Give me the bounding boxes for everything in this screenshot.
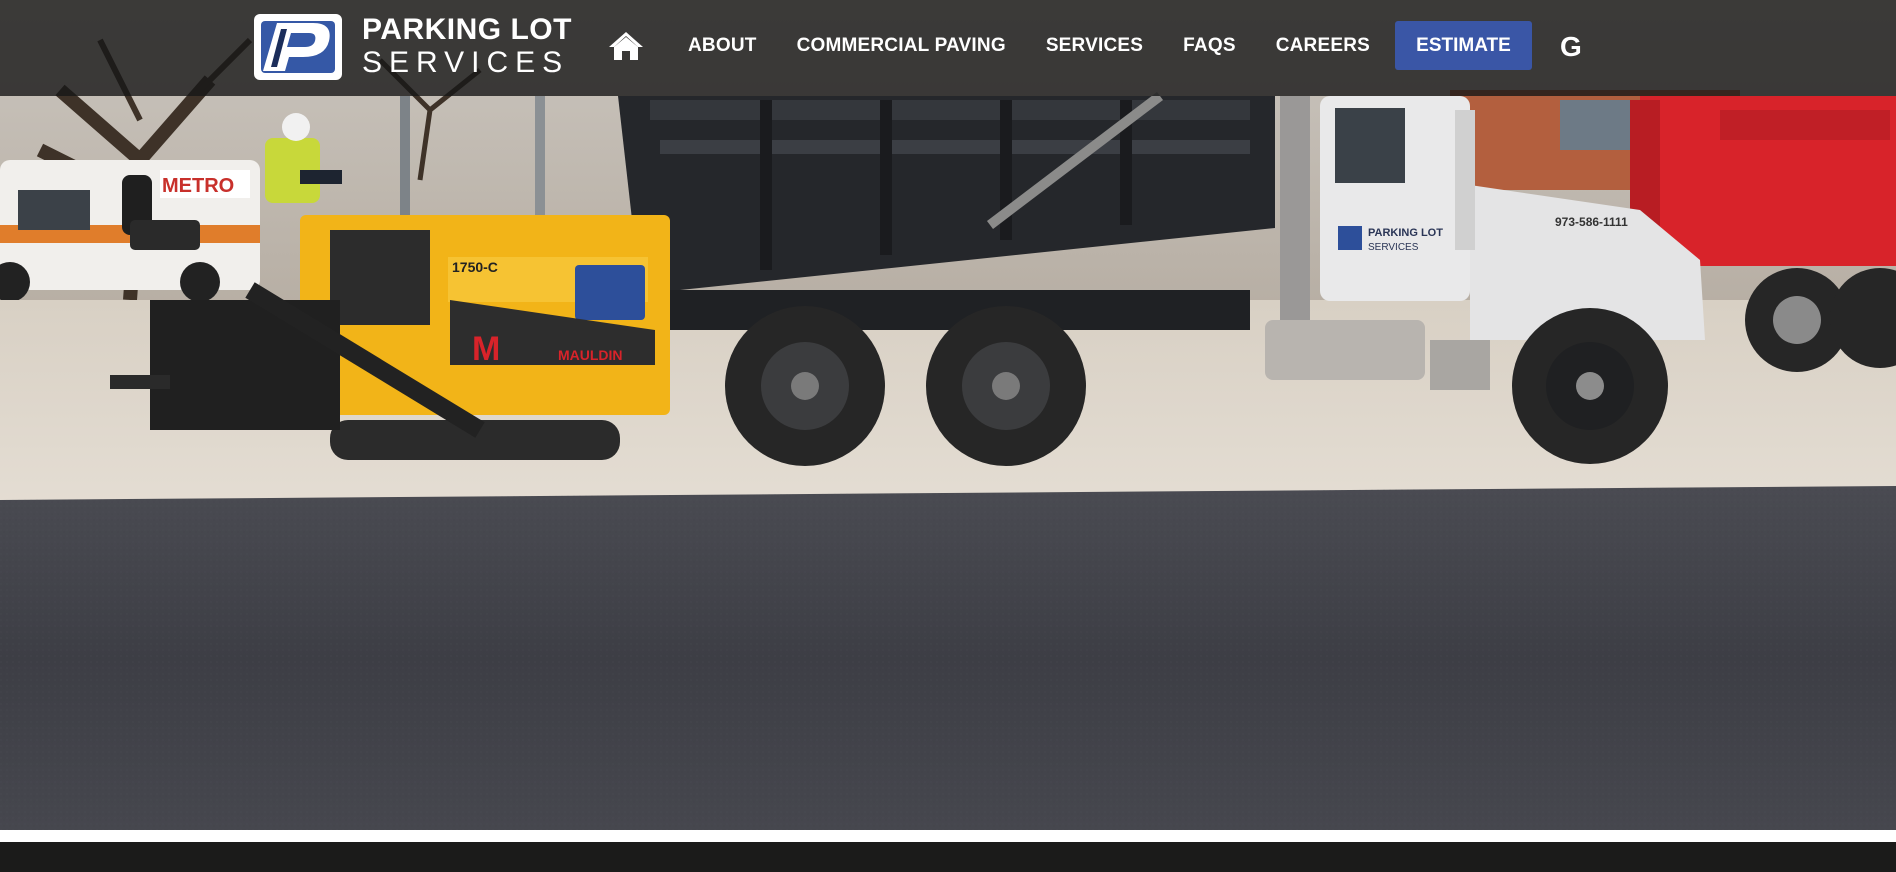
logo-p-icon [257, 17, 339, 77]
logo-subtitle: SERVICES [362, 46, 570, 79]
logo-mark [254, 14, 342, 80]
dark-section-bar [0, 842, 1896, 872]
svg-text:SERVICES: SERVICES [1368, 242, 1419, 253]
nav-faqs[interactable]: FAQS [1183, 35, 1236, 57]
svg-text:M: M [472, 330, 500, 368]
site-logo[interactable]: PARKING LOT SERVICES [254, 12, 572, 82]
nav-careers[interactable]: CAREERS [1276, 35, 1370, 57]
svg-text:1750-C: 1750-C [452, 259, 498, 275]
svg-text:973-586-1111: 973-586-1111 [1555, 215, 1628, 229]
section-divider [0, 830, 1896, 842]
svg-text:METRO: METRO [162, 175, 234, 197]
svg-text:PARKING LOT: PARKING LOT [1368, 227, 1443, 239]
nav-services[interactable]: SERVICES [1046, 35, 1143, 57]
hero-image: METRO 973-586-1111 PARKING LOT SERVICES … [0, 0, 1896, 830]
svg-text:MAULDIN: MAULDIN [558, 347, 623, 363]
nav-commercial-paving[interactable]: COMMERCIAL PAVING [797, 35, 1006, 57]
nav-home-link[interactable] [608, 28, 648, 64]
nav-about[interactable]: ABOUT [688, 35, 757, 57]
google-icon[interactable]: G [1560, 32, 1584, 62]
site-header: PARKING LOT SERVICES ABOUT COMMERCIAL PA… [0, 0, 1896, 96]
logo-text: PARKING LOT SERVICES [362, 14, 572, 80]
estimate-button[interactable]: ESTIMATE [1395, 21, 1532, 70]
main-nav: ABOUT COMMERCIAL PAVING SERVICES FAQS CA… [608, 22, 1410, 70]
hero-scene: METRO 973-586-1111 PARKING LOT SERVICES … [0, 0, 1896, 830]
home-icon [609, 32, 643, 60]
dump-truck-bed [618, 92, 1275, 330]
logo-title: PARKING LOT [362, 13, 572, 46]
